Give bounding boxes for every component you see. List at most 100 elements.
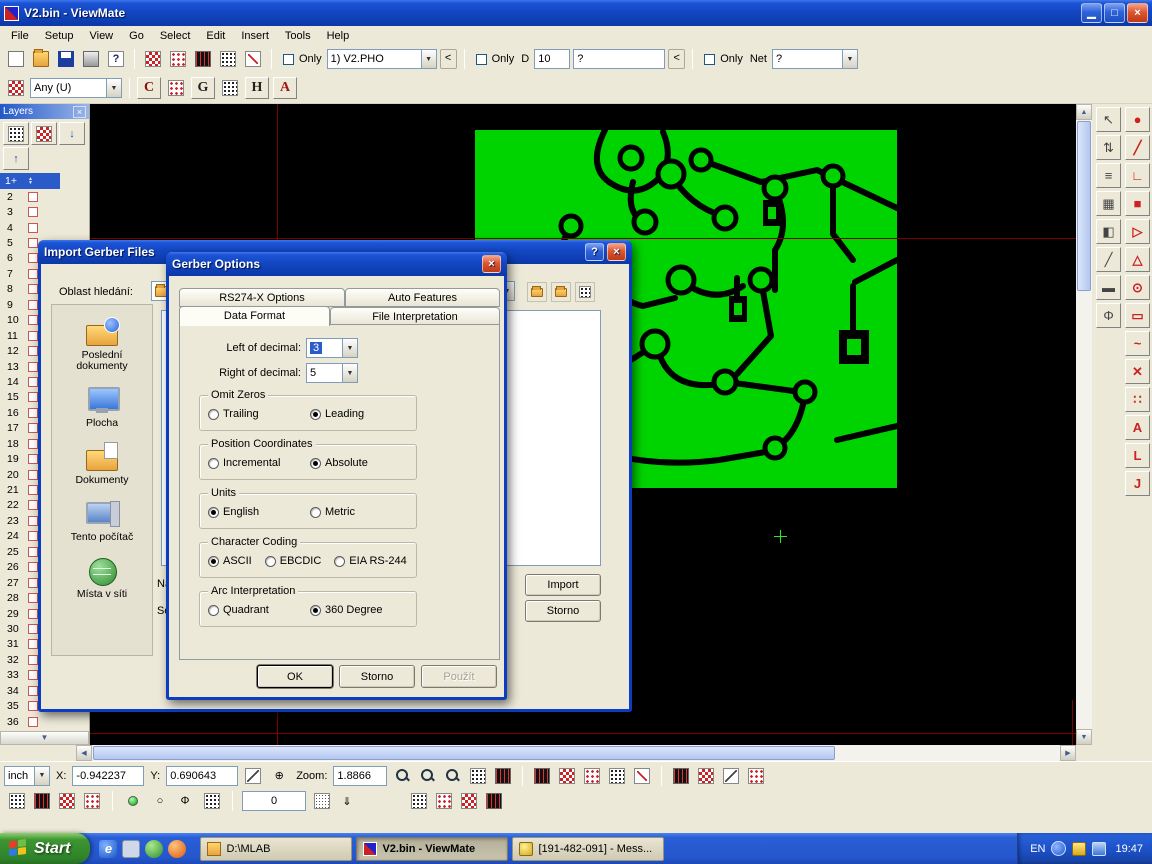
step-grid-4-icon[interactable] xyxy=(81,790,103,812)
grid-large-icon[interactable] xyxy=(492,765,514,787)
place-tento-po-ta[interactable]: Tento počítač xyxy=(55,499,149,543)
layer-color-swatch[interactable] xyxy=(28,223,38,233)
context-help-icon[interactable]: ? xyxy=(105,48,127,70)
target-tool[interactable]: ⊙ xyxy=(1125,275,1150,300)
sel-black-dots-icon[interactable] xyxy=(408,790,430,812)
apply-button[interactable]: Použít xyxy=(421,665,497,688)
layer-color-swatch[interactable] xyxy=(28,253,38,263)
dialog-close-button[interactable]: × xyxy=(607,243,626,261)
select-type-combo[interactable]: Any (U) ▼ xyxy=(30,78,122,98)
zoom-field[interactable]: 1.8866 xyxy=(333,766,387,786)
task-v2-bin-viewmate[interactable]: V2.bin - ViewMate xyxy=(356,837,508,861)
layer-color-swatch[interactable] xyxy=(28,238,38,248)
film-mixed-grid-icon[interactable] xyxy=(581,765,603,787)
layer-color-swatch[interactable] xyxy=(28,562,38,572)
grid-small-icon[interactable] xyxy=(467,765,489,787)
step-grid-2-icon[interactable] xyxy=(31,790,53,812)
view-red-cells-icon[interactable] xyxy=(695,765,717,787)
language-icon[interactable] xyxy=(1051,841,1066,856)
scroll-right-icon[interactable]: ▶ xyxy=(1060,745,1076,761)
layer-color-swatch[interactable] xyxy=(28,377,38,387)
menu-select[interactable]: Select xyxy=(152,28,199,44)
tab-rs274x[interactable]: RS274-X Options xyxy=(179,288,345,307)
layers-scroll-down[interactable]: ▼ xyxy=(0,731,89,745)
task-191-482-091-mess[interactable]: [191-482-091] - Mess... xyxy=(512,837,664,861)
layer-color-swatch[interactable] xyxy=(28,439,38,449)
zoom-q-icon[interactable] xyxy=(391,765,413,787)
film-red-grid-icon[interactable] xyxy=(556,765,578,787)
radio-quadrant[interactable]: Quadrant xyxy=(208,604,297,616)
layer-color-swatch[interactable] xyxy=(28,670,38,680)
horizontal-scroll-thumb[interactable] xyxy=(93,746,835,760)
layer-combo[interactable]: 1) V2.PHO ▼ xyxy=(327,49,437,69)
left-decimal-arrow[interactable]: ▼ xyxy=(342,339,357,357)
layer-colors-icon[interactable] xyxy=(31,122,57,145)
plot-line-icon[interactable] xyxy=(242,48,264,70)
layer-color-swatch[interactable] xyxy=(28,423,38,433)
menu-file[interactable]: File xyxy=(3,28,37,44)
layer-color-swatch[interactable] xyxy=(28,392,38,402)
layer-color-swatch[interactable] xyxy=(28,593,38,603)
firefox-quicklaunch-icon[interactable] xyxy=(168,840,186,858)
language-indicator[interactable]: EN xyxy=(1030,843,1045,855)
save-icon[interactable] xyxy=(55,48,77,70)
layer-row[interactable]: 4 xyxy=(0,220,89,235)
tray-app-icon[interactable] xyxy=(1072,842,1086,856)
radio-leading[interactable]: Leading xyxy=(310,408,364,420)
scroll-down-icon[interactable]: ▼ xyxy=(1076,729,1092,745)
start-button[interactable]: Start xyxy=(0,833,90,864)
restore-button[interactable]: □ xyxy=(1104,3,1125,23)
layer-color-swatch[interactable] xyxy=(28,315,38,325)
layer-color-swatch[interactable] xyxy=(28,192,38,202)
origin-target-icon[interactable]: ⊕ xyxy=(268,765,290,787)
layer-table-icon[interactable] xyxy=(3,122,29,145)
zoom-grid-icon[interactable] xyxy=(416,765,438,787)
layer-color-swatch[interactable] xyxy=(28,485,38,495)
dots-tool[interactable]: ∷ xyxy=(1125,387,1150,412)
vertical-scroll-thumb[interactable] xyxy=(1077,121,1091,291)
radio-ebcdic[interactable]: EBCDIC xyxy=(265,555,322,567)
grid-toggle-icon[interactable] xyxy=(201,790,223,812)
net-combo[interactable]: ? ▼ xyxy=(772,49,858,69)
step-grid-3-icon[interactable] xyxy=(56,790,78,812)
film-grid-icon[interactable] xyxy=(142,48,164,70)
import-cancel-button[interactable]: Storno xyxy=(525,600,601,622)
y-coordinate-field[interactable]: 0.690643 xyxy=(166,766,238,786)
dcode-grid-icon[interactable] xyxy=(192,48,214,70)
layer-row[interactable]: 36 xyxy=(0,714,89,729)
layer-color-swatch[interactable] xyxy=(28,346,38,356)
layers-close-icon[interactable]: × xyxy=(73,106,86,118)
menu-go[interactable]: Go xyxy=(121,28,152,44)
cursor-tool[interactable]: ↖ xyxy=(1096,107,1121,132)
select-type-arrow[interactable]: ▼ xyxy=(106,79,121,97)
net-combo-arrow[interactable]: ▼ xyxy=(842,50,857,68)
phi-aperture-icon[interactable]: Φ xyxy=(174,790,196,812)
text-tool[interactable]: A xyxy=(1125,415,1150,440)
import-button[interactable]: Import xyxy=(525,574,601,596)
count-field[interactable]: 0 xyxy=(242,791,306,811)
layer-combo-arrow[interactable]: ▼ xyxy=(421,50,436,68)
task-d-mlab[interactable]: D:\MLAB xyxy=(200,837,352,861)
layer-row-active[interactable]: 1+ ▲▼ xyxy=(0,173,60,189)
sel-red-dots-icon[interactable] xyxy=(433,790,455,812)
measure-diagonal-icon[interactable] xyxy=(242,765,264,787)
order-tool[interactable]: ⇅ xyxy=(1096,135,1121,160)
radio-trailing[interactable]: Trailing xyxy=(208,408,297,420)
move-layer-up-icon[interactable]: ↑ xyxy=(3,147,29,170)
layer-color-swatch[interactable] xyxy=(28,500,38,510)
only-layer-checkbox[interactable] xyxy=(283,54,294,65)
scroll-up-icon[interactable]: ▲ xyxy=(1076,104,1092,120)
layer-color-swatch[interactable] xyxy=(28,624,38,634)
circle-aperture-icon[interactable]: ○ xyxy=(149,790,171,812)
layer-color-swatch[interactable] xyxy=(28,269,38,279)
layer-color-swatch[interactable] xyxy=(28,300,38,310)
radio-360-degree[interactable]: 360 Degree xyxy=(310,604,383,616)
minimize-button[interactable]: ▁ xyxy=(1081,3,1102,23)
ok-button[interactable]: OK xyxy=(257,665,333,688)
layer-color-swatch[interactable] xyxy=(28,470,38,480)
film-cells-icon[interactable] xyxy=(606,765,628,787)
print-icon[interactable] xyxy=(80,48,102,70)
polyline-tool[interactable]: ~ xyxy=(1125,331,1150,356)
drop-anchor-icon[interactable]: ⇓ xyxy=(336,790,358,812)
radio-metric[interactable]: Metric xyxy=(310,506,355,518)
